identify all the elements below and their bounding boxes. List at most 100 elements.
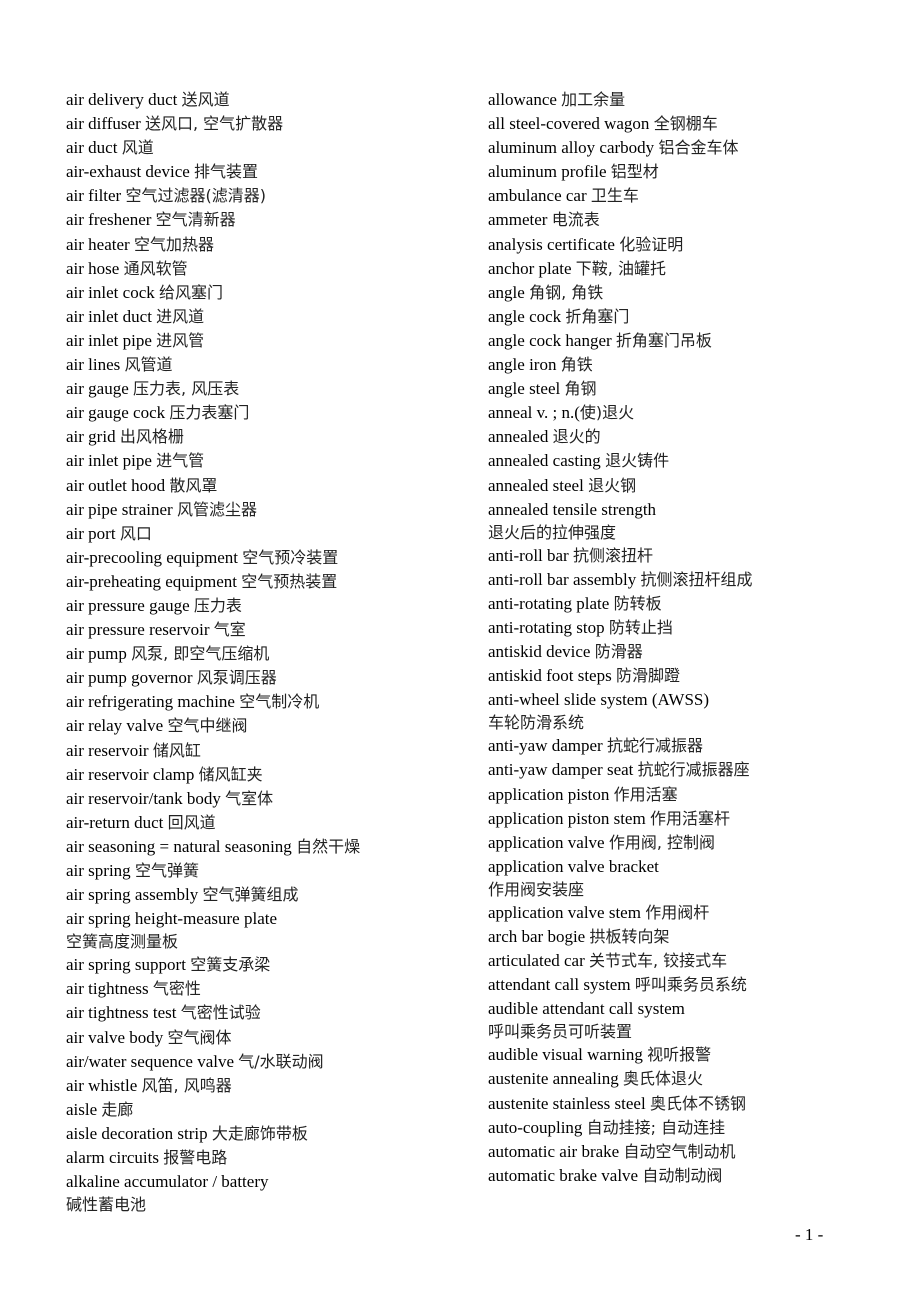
term-english: application piston stem: [488, 808, 650, 828]
glossary-entry: anchor plate 下鞍, 油罐托: [488, 257, 908, 281]
term-english: angle iron: [488, 355, 561, 375]
term-english: automatic air brake: [488, 1141, 624, 1161]
term-english: air duct: [66, 138, 122, 158]
term-english: angle: [488, 282, 530, 302]
term-chinese: 空气清新器: [155, 210, 236, 230]
glossary-entry: application piston stem 作用活塞杆: [488, 807, 908, 831]
glossary-entry: air pressure gauge 压力表: [66, 594, 466, 618]
term-english: annealed casting: [488, 451, 606, 471]
term-chinese: 空气弹簧组成: [202, 885, 299, 905]
glossary-entry: air pump governor 风泵调压器: [66, 666, 466, 690]
term-english: all steel-covered wagon: [488, 114, 654, 134]
term-english: anti-roll bar: [488, 545, 573, 565]
term-english: angle steel: [488, 379, 565, 399]
glossary-column-left: air delivery duct 送风道 air diffuser 送风口, 空…: [66, 88, 466, 1216]
term-chinese: 风管滤尘器: [176, 499, 257, 519]
term-chinese: 铝合金车体: [658, 138, 739, 158]
term-english: air grid: [66, 427, 120, 447]
glossary-entry: air seasoning = natural seasoning 自然干燥: [66, 835, 466, 859]
glossary-column-right: allowance 加工余量 all steel-covered wagon 全钢…: [488, 88, 908, 1188]
term-chinese: 角铁: [560, 355, 593, 375]
term-english: air pump governor: [66, 668, 197, 688]
glossary-entry: air pipe strainer 风管滤尘器: [66, 498, 466, 522]
term-chinese: 退火的: [552, 427, 601, 447]
term-english: angle cock hanger: [488, 330, 616, 350]
term-chinese: 进风管: [156, 330, 205, 350]
glossary-entry: air freshener 空气清新器: [66, 208, 466, 232]
term-chinese: 气室: [213, 620, 246, 640]
glossary-entry: air hose 通风软管: [66, 257, 466, 281]
term-english: air reservoir clamp: [66, 764, 199, 784]
glossary-entry: alarm circuits 报警电路: [66, 1146, 466, 1170]
term-chinese: 风管道: [124, 355, 173, 375]
term-chinese: 奥氏体退火: [623, 1069, 704, 1089]
term-chinese: 送风道: [181, 90, 230, 109]
term-english: air/water sequence valve: [66, 1051, 239, 1071]
term-english: antiskid foot steps: [488, 666, 616, 686]
glossary-entry: anti-roll bar assembly 抗侧滚扭杆组成: [488, 568, 908, 592]
term-english: anti-yaw damper seat: [488, 760, 638, 780]
term-chinese: 角钢: [564, 379, 597, 399]
term-chinese: 自动挂接; 自动连挂: [586, 1117, 726, 1137]
glossary-entry: aluminum alloy carbody 铝合金车体: [488, 136, 908, 160]
term-english: application valve stem: [488, 902, 646, 922]
term-chinese: 压力表, 风压表: [133, 379, 240, 399]
term-chinese: 作用阀, 控制阀: [608, 832, 716, 852]
glossary-entry: air-preheating equipment 空气预热装置: [66, 570, 466, 594]
term-english: air spring: [66, 861, 135, 880]
term-english: analysis certificate: [488, 234, 620, 254]
term-english: air diffuser: [66, 114, 145, 134]
glossary-entry: anti-roll bar 抗侧滚扭杆: [488, 544, 908, 568]
glossary-entry: antiskid device 防滑器: [488, 640, 908, 664]
term-chinese: 折角塞门吊板: [615, 330, 712, 350]
term-chinese: 气密性: [152, 979, 201, 999]
term-chinese: 拱板转向架: [589, 927, 670, 946]
glossary-entry: air reservoir 储风缸: [66, 739, 466, 763]
term-chinese: 气密性试验: [180, 1003, 261, 1023]
term-english: austenite annealing: [488, 1069, 624, 1089]
term-chinese: 铝型材: [610, 162, 659, 182]
glossary-entry: air-precooling equipment 空气预冷装置: [66, 546, 466, 570]
term-chinese: 散风罩: [169, 475, 218, 495]
glossary-entry: annealed casting 退火铸件: [488, 449, 908, 473]
glossary-entry: ambulance car 卫生车: [488, 184, 908, 208]
term-chinese: 抗蛇行减振器: [606, 736, 703, 756]
term-chinese: 风笛, 风鸣器: [141, 1075, 232, 1095]
term-english: aisle decoration strip: [66, 1123, 212, 1143]
glossary-entry: austenite stainless steel 奥氏体不锈钢: [488, 1092, 908, 1116]
glossary-entry: air gauge cock 压力表塞门: [66, 401, 466, 425]
term-chinese: 退火钢: [588, 475, 637, 495]
term-english: air refrigerating machine: [66, 692, 240, 712]
term-english: annealed: [488, 427, 553, 447]
term-english: air hose: [66, 258, 124, 278]
glossary-entry: audible visual warning 视听报警: [488, 1043, 908, 1067]
glossary-entry: arch bar bogie 拱板转向架: [488, 925, 908, 949]
term-chinese: 空气加热器: [133, 234, 214, 254]
term-english: air relay valve: [66, 716, 168, 736]
term-chinese: 进风道: [156, 306, 205, 326]
glossary-entry: application valve bracket 作用阀安装座: [488, 855, 908, 901]
term-chinese: 使)退火: [579, 403, 635, 423]
term-english: air-return duct: [66, 812, 168, 832]
glossary-entry: aisle 走廊: [66, 1098, 466, 1122]
term-chinese: 大走廊饰带板: [211, 1123, 308, 1143]
glossary-entry: angle cock 折角塞门: [488, 305, 908, 329]
term-english: ambulance car: [488, 186, 591, 206]
glossary-entry: air relay valve 空气中继阀: [66, 714, 466, 738]
term-english: air delivery duct: [66, 90, 182, 109]
glossary-entry: application valve stem 作用阀杆: [488, 901, 908, 925]
term-english: anchor plate: [488, 258, 576, 278]
glossary-entry: air-return duct 回风道: [66, 811, 466, 835]
glossary-entry: all steel-covered wagon 全钢棚车: [488, 112, 908, 136]
term-chinese: 作用阀杆: [645, 902, 710, 922]
glossary-entry: air lines 风管道: [66, 353, 466, 377]
term-chinese: 防滑器: [594, 642, 643, 662]
term-english: application valve: [488, 832, 609, 852]
glossary-entry: allowance 加工余量: [488, 88, 908, 112]
glossary-entry: air grid 出风格栅: [66, 425, 466, 449]
term-chinese: 加工余量: [561, 90, 626, 109]
term-english: air pressure gauge: [66, 595, 194, 615]
term-chinese: 自动制动阀: [642, 1165, 723, 1185]
glossary-entry: audible attendant call system 呼叫乘务员可听装置: [488, 997, 908, 1043]
term-english: air port: [66, 523, 120, 543]
